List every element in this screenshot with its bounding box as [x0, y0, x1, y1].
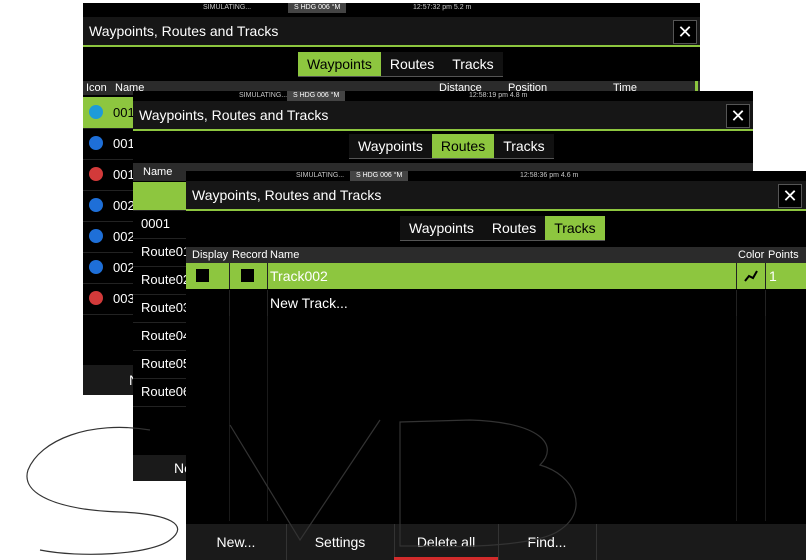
- clock-readout: 12:58:36 pm 4.6 m: [520, 172, 579, 179]
- waypoint-name: 002: [113, 260, 135, 275]
- waypoint-name: 002: [113, 229, 135, 244]
- col-name[interactable]: Name: [143, 163, 172, 181]
- heading-readout: S HDG 006 °M: [350, 171, 409, 181]
- window-title: Waypoints, Routes and Tracks: [139, 107, 329, 123]
- status-bar: SIMULATING... S HDG 006 °M 12:57:32 pm 5…: [83, 3, 700, 13]
- cross-waypoint-icon: [89, 229, 103, 243]
- title-bar: Waypoints, Routes and Tracks ✕: [83, 17, 700, 47]
- cross-waypoint-icon: [89, 136, 103, 150]
- points-value: 1: [769, 268, 777, 284]
- tab-tracks[interactable]: Tracks: [443, 52, 503, 76]
- waypoint-name: 001: [113, 105, 135, 120]
- route-name: Route06: [141, 384, 191, 399]
- title-bar: Waypoints, Routes and Tracks ✕: [133, 101, 753, 131]
- display-cell[interactable]: [186, 263, 230, 289]
- boat-icon: [89, 167, 103, 181]
- boat-icon: [89, 291, 103, 305]
- tab-bar: Waypoints Routes Tracks: [400, 216, 605, 241]
- col-record[interactable]: Record: [232, 247, 267, 263]
- waypoint-name: 003: [113, 291, 135, 306]
- window-title: Waypoints, Routes and Tracks: [192, 187, 382, 203]
- tab-waypoints[interactable]: Waypoints: [349, 134, 432, 158]
- record-column-divider: [229, 316, 268, 521]
- tab-routes[interactable]: Routes: [431, 134, 495, 158]
- col-display[interactable]: Display: [192, 247, 228, 263]
- col-name[interactable]: Name: [270, 247, 299, 263]
- new-button[interactable]: New...: [186, 524, 287, 560]
- record-cell[interactable]: [229, 263, 268, 289]
- window-title: Waypoints, Routes and Tracks: [89, 23, 279, 39]
- display-column-divider: [186, 316, 230, 521]
- col-points[interactable]: Points: [768, 247, 799, 263]
- record-checkbox[interactable]: [241, 269, 254, 282]
- route-name: Route02: [141, 272, 191, 287]
- close-button[interactable]: ✕: [673, 20, 697, 44]
- find-button[interactable]: Find...: [498, 524, 597, 560]
- new-track-label[interactable]: New Track...: [270, 290, 348, 316]
- route-name: Route03: [141, 300, 191, 315]
- simulating-label: SIMULATING...: [203, 4, 252, 11]
- tab-routes[interactable]: Routes: [380, 52, 444, 76]
- title-bar: Waypoints, Routes and Tracks ✕: [186, 181, 806, 211]
- clock-readout: 12:58:19 pm 4.8 m: [469, 92, 528, 99]
- track-line-icon: [744, 270, 758, 282]
- tab-waypoints[interactable]: Waypoints: [400, 216, 483, 240]
- color-cell: [736, 290, 766, 316]
- column-header: Display Record Name Color Points: [186, 247, 806, 263]
- tab-bar: Waypoints Routes Tracks: [349, 134, 554, 159]
- record-cell: [229, 290, 268, 316]
- waypoint-name: 002: [113, 198, 135, 213]
- color-column-divider: [736, 316, 766, 521]
- display-checkbox[interactable]: [196, 269, 209, 282]
- tab-routes[interactable]: Routes: [482, 216, 546, 240]
- tab-waypoints[interactable]: Waypoints: [298, 52, 381, 76]
- status-bar: SIMULATING... S HDG 006 °M 12:58:36 pm 4…: [186, 171, 806, 181]
- simulating-label: SIMULATING...: [239, 92, 288, 99]
- bottom-bar: New... Settings Delete all Find...: [186, 524, 806, 560]
- close-button[interactable]: ✕: [778, 184, 802, 208]
- tab-bar: Waypoints Routes Tracks: [298, 52, 503, 77]
- route-name: Route04: [141, 328, 191, 343]
- cross-waypoint-icon: [89, 105, 103, 119]
- track-name: Track002: [270, 268, 328, 284]
- cross-waypoint-icon: [89, 260, 103, 274]
- settings-button[interactable]: Settings: [286, 524, 395, 560]
- col-icon[interactable]: Icon: [86, 81, 107, 95]
- route-name: 0001: [141, 216, 170, 231]
- heading-readout: S HDG 006 °M: [287, 91, 346, 101]
- close-button[interactable]: ✕: [726, 104, 750, 128]
- simulating-label: SIMULATING...: [296, 172, 345, 179]
- tracks-window-front: SIMULATING... S HDG 006 °M 12:58:36 pm 4…: [186, 171, 806, 560]
- track-row[interactable]: Track002 1: [186, 263, 806, 289]
- new-track-row[interactable]: New Track...: [186, 290, 806, 316]
- tab-tracks[interactable]: Tracks: [545, 216, 605, 240]
- tab-tracks[interactable]: Tracks: [494, 134, 554, 158]
- col-color[interactable]: Color: [738, 247, 764, 263]
- color-cell[interactable]: [736, 263, 766, 289]
- waypoint-name: 001: [113, 167, 135, 182]
- heading-readout: S HDG 006 °M: [288, 3, 347, 13]
- route-name: Route01: [141, 244, 191, 259]
- delete-all-button[interactable]: Delete all: [394, 524, 499, 560]
- display-cell: [186, 290, 230, 316]
- waypoint-name: 001: [113, 136, 135, 151]
- status-bar: SIMULATING... S HDG 006 °M 12:58:19 pm 4…: [133, 91, 753, 101]
- route-name: Route05: [141, 356, 191, 371]
- diamond-waypoint-icon: [89, 198, 103, 212]
- clock-readout: 12:57:32 pm 5.2 m: [413, 4, 472, 11]
